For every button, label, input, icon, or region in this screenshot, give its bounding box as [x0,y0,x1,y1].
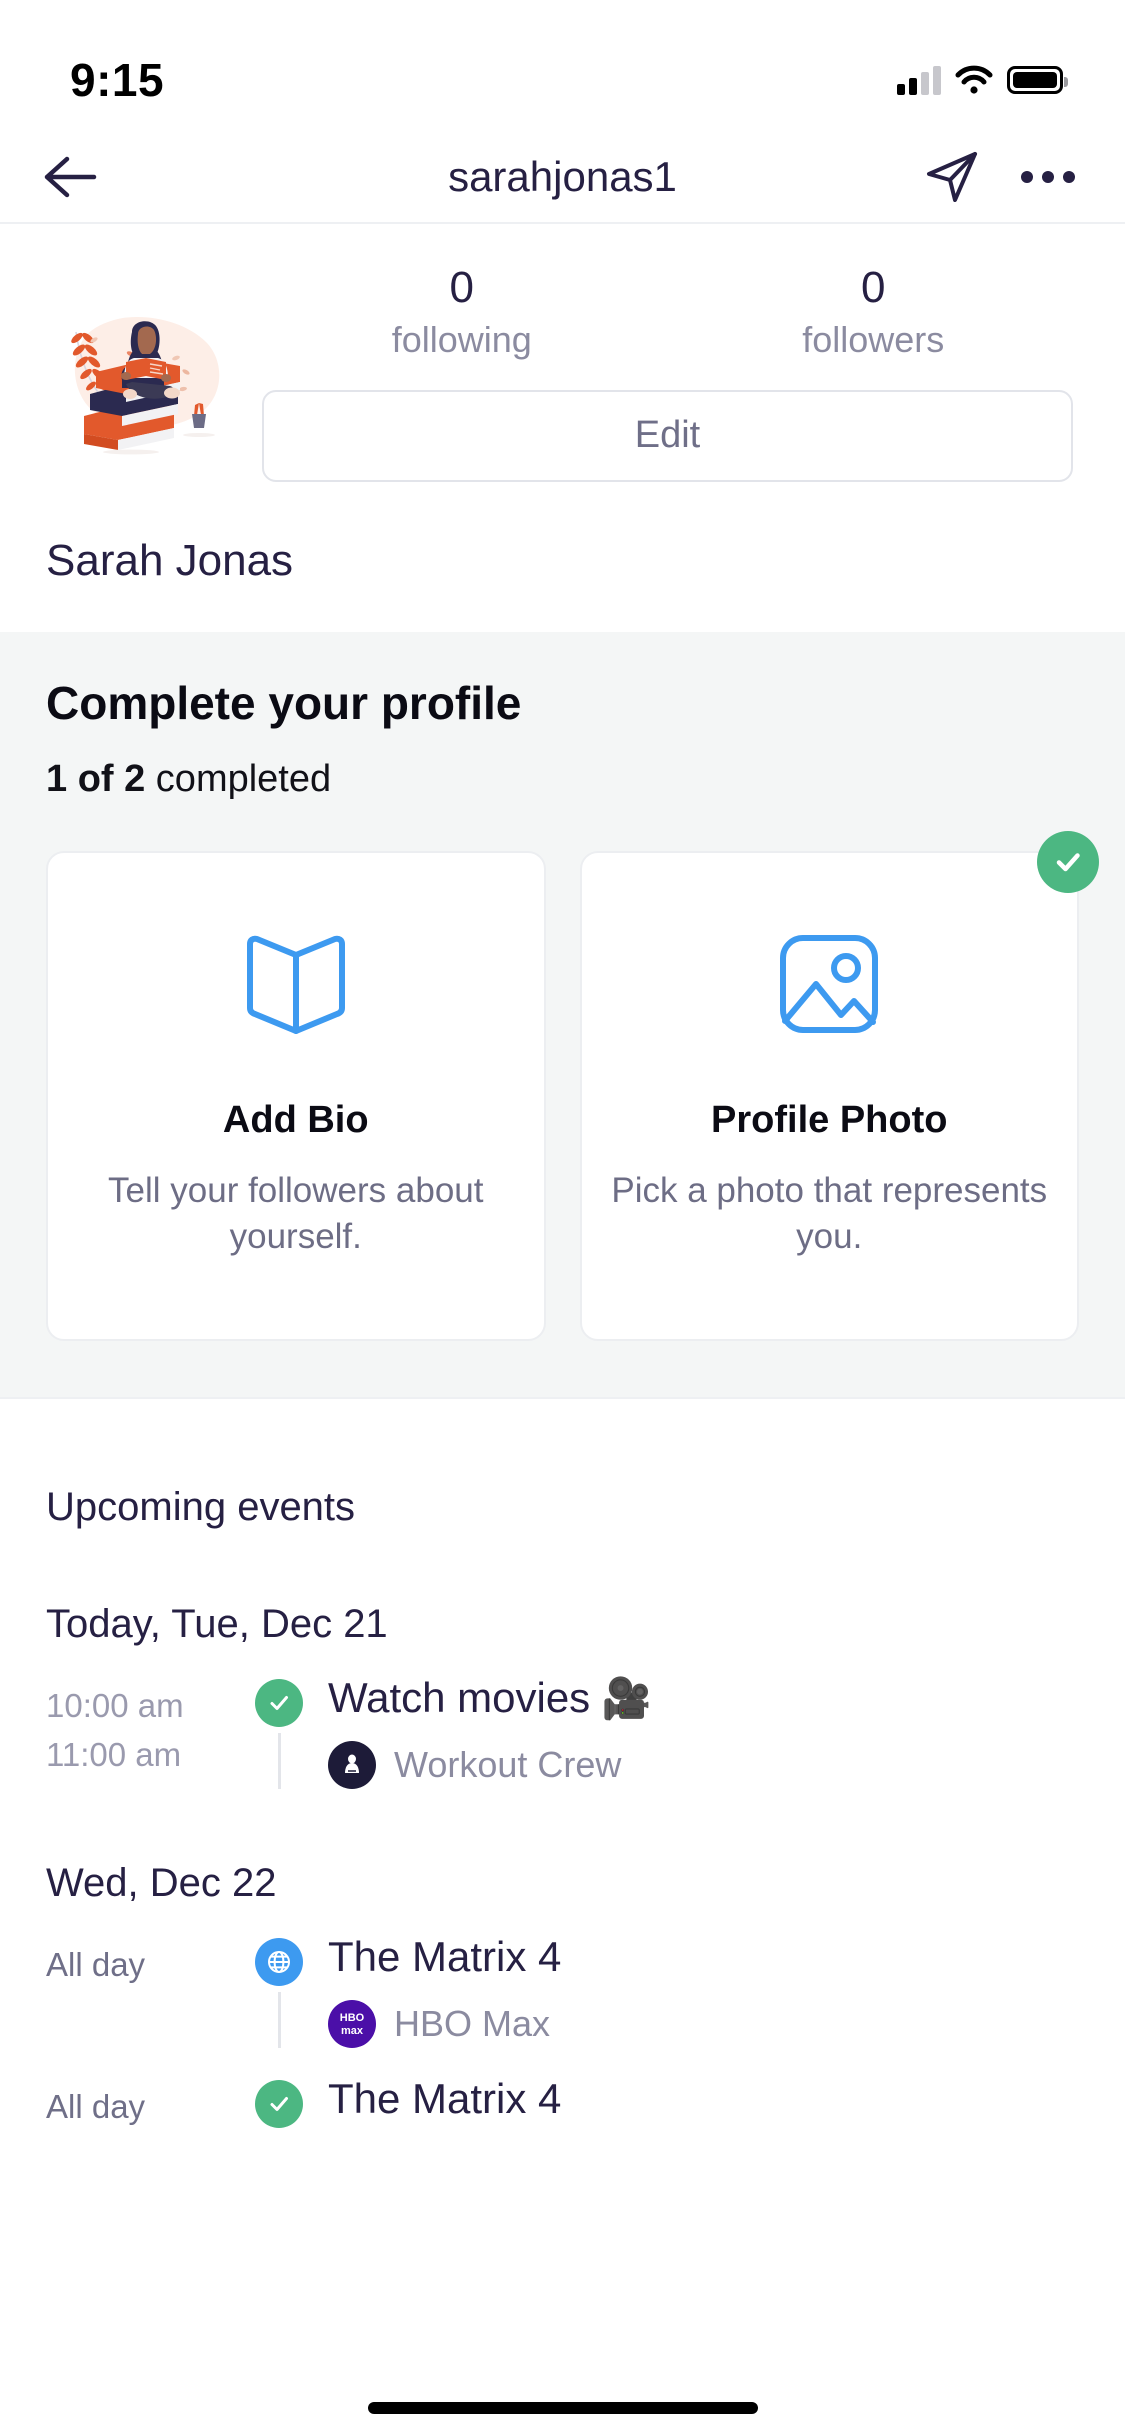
complete-profile-progress: 1 of 2 completed [46,758,1079,801]
more-options-icon[interactable] [1017,146,1079,208]
event-body: Watch movies 🎥 Workout Crew [316,1673,1079,1789]
navigation-bar: sarahjonas1 [0,132,1125,224]
check-circle-icon [1037,830,1099,893]
send-paper-plane-icon[interactable] [921,146,983,208]
event-source-name: HBO Max [394,2002,551,2044]
complete-profile-title: Complete your profile [46,676,522,729]
following-label: following [391,319,532,360]
event-row[interactable]: All day The Matrix 4 [46,1932,1079,2048]
event-name: Watch movies 🎥 [328,1673,1079,1723]
event-times: All day [46,1932,242,2048]
status-bar: 9:15 [0,0,1125,132]
status-indicators [897,65,1068,95]
edit-profile-button[interactable]: Edit [262,389,1073,482]
upcoming-events-title: Upcoming events [46,1484,356,1529]
complete-profile-section: Complete your profile 1 of 2 completed A… [0,631,1125,1397]
cellular-signal-icon [897,65,941,95]
card-add-bio[interactable]: Add Bio Tell your followers about yourse… [46,850,546,1341]
wifi-icon [955,65,993,95]
profile-stats-and-edit: 0 following 0 followers Edit [246,250,1079,482]
home-indicator [367,2402,758,2414]
check-circle-icon [255,2079,303,2128]
card-description: Tell your followers about yourself. [108,1170,484,1256]
card-profile-photo[interactable]: Profile Photo Pick a photo that represen… [579,830,1099,1341]
globe-icon [255,1937,303,1986]
complete-profile-cards: Add Bio Tell your followers about yourse… [46,830,1099,1341]
event-day-heading: Today, Tue, Dec 21 [46,1601,388,1646]
event-timeline-line [277,1991,281,2048]
battery-icon [1007,66,1068,94]
progress-suffix: completed [145,757,332,800]
hbo-max-logo-icon: HBO max [328,1999,376,2048]
event-source: Workout Crew [328,1740,1079,1789]
event-rail [242,2074,316,2132]
profile-stats: 0 following 0 followers [256,250,1079,364]
event-start-time: All day [46,2087,146,2125]
event-times: All day [46,2074,242,2132]
workout-crew-group-avatar [328,1740,376,1789]
event-name: The Matrix 4 [328,2074,562,2122]
movie-camera-emoji-icon: 🎥 [601,1676,652,1721]
event-rail [242,1673,316,1789]
event-source: HBO max HBO Max [328,1999,1079,2048]
svg-text:HBO: HBO [340,2012,365,2024]
event-day-heading: Wed, Dec 22 [46,1860,277,1905]
event-body: The Matrix 4 [316,2074,1079,2132]
event-rail [242,1932,316,2048]
profile-header: 0 following 0 followers Edit [0,224,1125,482]
event-start-time: All day [46,1945,146,1983]
followers-label: followers [802,319,945,360]
check-circle-icon [255,1678,303,1727]
back-arrow-icon[interactable] [34,141,106,213]
open-book-icon [233,909,359,1059]
event-times: 10:00 am 11:00 am [46,1673,242,1789]
event-start-time: 10:00 am [46,1686,184,1724]
phone-screen: 9:15 sarahjonas1 0 following 0 followers… [0,0,1125,2436]
card-description: Pick a photo that represents you. [611,1170,1048,1256]
svg-text:max: max [341,2025,364,2037]
reading-woman-illustration-avatar[interactable] [46,276,246,476]
section-divider [0,1396,1125,1431]
nav-actions [921,146,1079,208]
upcoming-events-section: Upcoming events Today, Tue, Dec 21 10:00… [0,1431,1125,2132]
event-name-text: Watch movies [328,1673,591,1721]
stat-following[interactable]: 0 following [256,250,668,364]
event-row[interactable]: All day The Matrix 4 [46,2074,1079,2132]
event-timeline-line [277,1732,281,1789]
event-name: The Matrix 4 [328,1932,562,1980]
event-source-name: Workout Crew [394,1743,622,1785]
card-title: Add Bio [222,1098,369,1141]
progress-count: 1 of 2 [46,757,146,800]
event-body: The Matrix 4 HBO max HBO Max [316,1932,1079,2048]
status-time: 9:15 [70,54,165,106]
event-end-time: 11:00 am [46,1736,182,1774]
image-photo-icon [766,909,892,1059]
event-row[interactable]: 10:00 am 11:00 am Watch movies 🎥 Workout… [46,1673,1079,1789]
stat-followers[interactable]: 0 followers [668,250,1080,364]
following-count: 0 [449,263,474,312]
profile-full-name: Sarah Jonas [46,535,294,585]
followers-count: 0 [861,263,886,312]
card-title: Profile Photo [711,1098,948,1141]
